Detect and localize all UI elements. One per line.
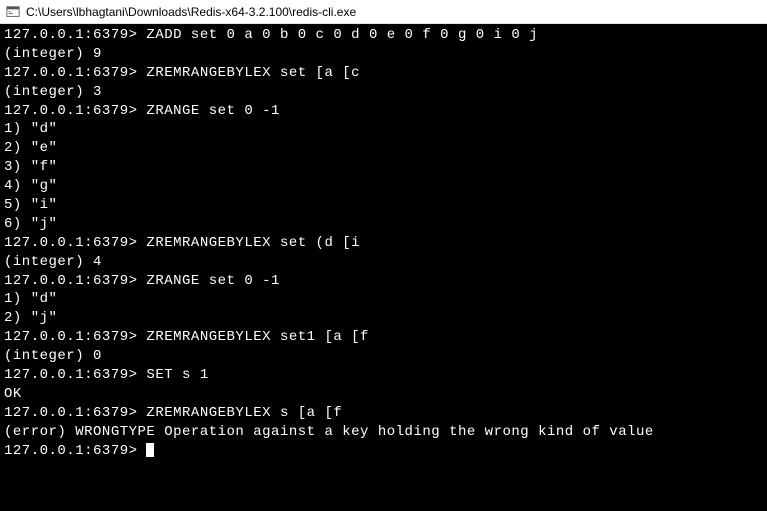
terminal-line: 127.0.0.1:6379> ZADD set 0 a 0 b 0 c 0 d… (4, 26, 763, 45)
terminal-line: 127.0.0.1:6379> ZREMRANGEBYLEX s [a [f (4, 404, 763, 423)
terminal-line: (integer) 0 (4, 347, 763, 366)
terminal-line: 2) "e" (4, 139, 763, 158)
terminal-line: (error) WRONGTYPE Operation against a ke… (4, 423, 763, 442)
terminal-line: 127.0.0.1:6379> ZRANGE set 0 -1 (4, 102, 763, 121)
app-icon (6, 5, 20, 19)
terminal-line: 2) "j" (4, 309, 763, 328)
cursor (146, 443, 154, 457)
terminal-line: 4) "g" (4, 177, 763, 196)
terminal-line: 127.0.0.1:6379> ZRANGE set 0 -1 (4, 272, 763, 291)
terminal-line: 127.0.0.1:6379> SET s 1 (4, 366, 763, 385)
terminal-line: 127.0.0.1:6379> ZREMRANGEBYLEX set1 [a [… (4, 328, 763, 347)
terminal-line: (integer) 9 (4, 45, 763, 64)
window-title: C:\Users\lbhagtani\Downloads\Redis-x64-3… (26, 5, 356, 19)
prompt: 127.0.0.1:6379> (4, 442, 146, 461)
terminal-line: 127.0.0.1:6379> ZREMRANGEBYLEX set (d [i (4, 234, 763, 253)
current-prompt-line[interactable]: 127.0.0.1:6379> (4, 442, 763, 461)
title-bar[interactable]: C:\Users\lbhagtani\Downloads\Redis-x64-3… (0, 0, 767, 24)
terminal-line: 3) "f" (4, 158, 763, 177)
terminal-line: 1) "d" (4, 120, 763, 139)
terminal-line: OK (4, 385, 763, 404)
terminal-line: 5) "i" (4, 196, 763, 215)
terminal-line: (integer) 4 (4, 253, 763, 272)
terminal-line: 127.0.0.1:6379> ZREMRANGEBYLEX set [a [c (4, 64, 763, 83)
terminal-output[interactable]: 127.0.0.1:6379> ZADD set 0 a 0 b 0 c 0 d… (0, 24, 767, 511)
terminal-line: (integer) 3 (4, 83, 763, 102)
terminal-line: 1) "d" (4, 290, 763, 309)
terminal-line: 6) "j" (4, 215, 763, 234)
